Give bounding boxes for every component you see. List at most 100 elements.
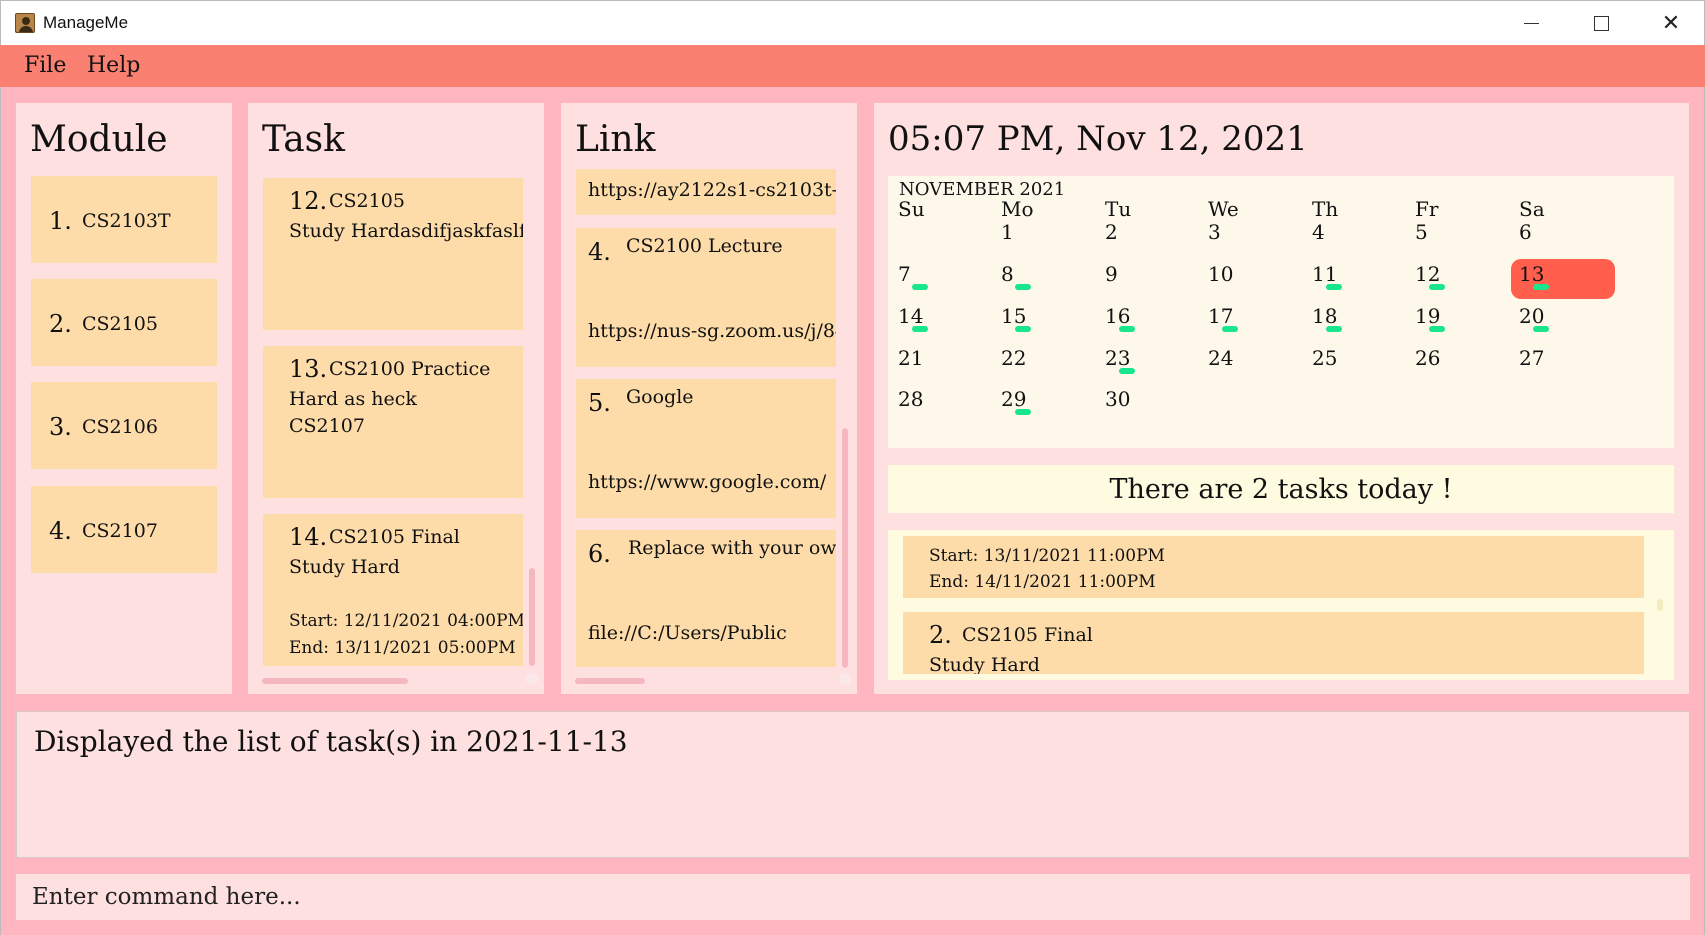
task-scrollbar-vertical[interactable] xyxy=(529,568,535,666)
calendar-weekday-header: Fr xyxy=(1415,197,1439,221)
module-index: 3. xyxy=(49,413,72,441)
calendar-day[interactable]: 8 xyxy=(1001,262,1014,286)
link-name: Google xyxy=(626,386,694,408)
current-datetime: 05:07 PM, Nov 12, 2021 xyxy=(888,119,1308,159)
maximize-icon xyxy=(1593,16,1609,31)
task-module: CS2105 Final xyxy=(329,526,460,548)
day-task-card[interactable]: 2. CS2105 Final Study Hard xyxy=(903,612,1644,674)
maximize-button[interactable] xyxy=(1566,1,1636,46)
module-card[interactable]: 3. CS2106 xyxy=(31,382,217,469)
calendar-day[interactable]: 12 xyxy=(1415,262,1440,286)
task-module: CS2105 xyxy=(329,190,405,212)
calendar-day[interactable]: 5 xyxy=(1415,220,1428,244)
calendar-day[interactable]: 16 xyxy=(1105,304,1130,328)
task-card[interactable]: 14. CS2105 Final Study Hard Start: 12/11… xyxy=(263,514,523,666)
tasks-today-message: There are 2 tasks today ! xyxy=(888,465,1674,513)
module-card[interactable]: 2. CS2105 xyxy=(31,279,217,366)
calendar-day[interactable]: 26 xyxy=(1415,346,1440,370)
calendar-day[interactable]: 3 xyxy=(1208,220,1221,244)
module-code: CS2106 xyxy=(82,416,158,438)
window-title: ManageMe xyxy=(43,13,129,32)
task-card[interactable]: 12. CS2105 Study Hardasdifjaskfaslfajsk xyxy=(263,178,523,330)
task-card[interactable]: 13. CS2100 Practice Hard as heck CS2107 xyxy=(263,346,523,498)
link-panel: Link https://ay2122s1-cs2103t-w11-3 4. C… xyxy=(561,103,857,694)
link-index: 4. xyxy=(588,238,611,266)
command-box xyxy=(16,874,1690,920)
calendar-day[interactable]: 14 xyxy=(898,304,923,328)
task-indicator-dot xyxy=(1119,368,1135,374)
calendar-day[interactable]: 21 xyxy=(898,346,923,370)
calendar-day[interactable]: 15 xyxy=(1001,304,1026,328)
task-scrollbar-horizontal[interactable] xyxy=(262,678,408,684)
close-button[interactable]: ✕ xyxy=(1636,1,1705,46)
task-indicator-dot xyxy=(1429,326,1445,332)
calendar-weekday-header: Mo xyxy=(1001,197,1034,221)
calendar-weekday-header: Th xyxy=(1312,197,1339,221)
task-indicator-dot xyxy=(912,284,928,290)
link-name: Replace with your own xyxy=(628,537,836,559)
calendar-weekday-header: Tu xyxy=(1105,197,1132,221)
task-panel: Task 12. CS2105 Study Hardasdifjaskfaslf… xyxy=(248,103,544,694)
task-indicator-dot xyxy=(1533,326,1549,332)
day-task-description: Study Hard xyxy=(929,654,1040,674)
close-icon: ✕ xyxy=(1661,10,1681,36)
calendar-day[interactable]: 11 xyxy=(1312,262,1337,286)
menu-file[interactable]: File xyxy=(24,53,66,78)
day-task-card[interactable]: Start: 13/11/2021 11:00PM End: 14/11/202… xyxy=(903,536,1644,598)
task-start: Start: 12/11/2021 04:00PM xyxy=(289,611,523,631)
link-url[interactable]: https://www.google.com/ xyxy=(588,471,826,493)
link-url[interactable]: file://C:/Users/Public xyxy=(588,622,787,644)
link-card[interactable]: 5. Google https://www.google.com/ xyxy=(576,379,836,518)
day-list-scrollbar[interactable] xyxy=(1657,599,1663,611)
link-card[interactable]: 4. CS2100 Lecture https://nus-sg.zoom.us… xyxy=(576,228,836,367)
calendar-day[interactable]: 17 xyxy=(1208,304,1233,328)
task-indicator-dot xyxy=(1326,284,1342,290)
menu-bar: File Help xyxy=(0,45,1705,87)
calendar-day[interactable]: 22 xyxy=(1001,346,1026,370)
link-scrollbar-vertical[interactable] xyxy=(842,428,848,668)
calendar-day[interactable]: 7 xyxy=(898,262,911,286)
link-url[interactable]: https://ay2122s1-cs2103t-w11-3 xyxy=(588,179,836,201)
task-module-tag: CS2107 xyxy=(289,415,365,437)
day-task-index: 2. xyxy=(929,621,952,649)
module-card[interactable]: 4. CS2107 xyxy=(31,486,217,573)
calendar-day[interactable]: 18 xyxy=(1312,304,1337,328)
task-panel-title: Task xyxy=(262,119,345,160)
calendar-day[interactable]: 2 xyxy=(1105,220,1118,244)
result-text: Displayed the list of task(s) in 2021-11… xyxy=(34,725,628,758)
task-description: Study Hardasdifjaskfaslfajsk xyxy=(289,220,523,242)
title-bar: ManageMe ✕ xyxy=(0,0,1705,45)
calendar-day[interactable]: 30 xyxy=(1105,387,1130,411)
calendar-day[interactable]: 19 xyxy=(1415,304,1440,328)
link-card[interactable]: https://ay2122s1-cs2103t-w11-3 xyxy=(576,169,836,215)
calendar-day[interactable]: 23 xyxy=(1105,346,1130,370)
calendar-day[interactable]: 29 xyxy=(1001,387,1026,411)
day-task-title: CS2105 Final xyxy=(962,624,1093,646)
link-card[interactable]: 6. Replace with your own file://C:/Users… xyxy=(576,530,836,667)
task-end: End: 13/11/2021 05:00PM xyxy=(289,638,516,658)
menu-help[interactable]: Help xyxy=(87,53,140,78)
task-description: Hard as heck xyxy=(289,388,417,410)
calendar-day[interactable]: 27 xyxy=(1519,346,1544,370)
calendar-day[interactable]: 28 xyxy=(898,387,923,411)
calendar-day[interactable]: 13 xyxy=(1519,262,1544,286)
task-description: Study Hard xyxy=(289,556,400,578)
task-indicator-dot xyxy=(1119,326,1135,332)
calendar-day[interactable]: 6 xyxy=(1519,220,1532,244)
task-indicator-dot xyxy=(1533,284,1549,290)
contact-book-icon xyxy=(15,13,35,33)
calendar-day[interactable]: 20 xyxy=(1519,304,1544,328)
module-card[interactable]: 1. CS2103T xyxy=(31,176,217,263)
module-index: 2. xyxy=(49,310,72,338)
link-scrollbar-horizontal[interactable] xyxy=(575,678,645,684)
calendar-day[interactable]: 9 xyxy=(1105,262,1118,286)
minimize-button[interactable] xyxy=(1496,1,1566,46)
calendar-day[interactable]: 4 xyxy=(1312,220,1325,244)
result-display: Displayed the list of task(s) in 2021-11… xyxy=(16,711,1690,858)
command-input[interactable] xyxy=(16,874,1690,920)
calendar-day[interactable]: 25 xyxy=(1312,346,1337,370)
calendar-day[interactable]: 1 xyxy=(1001,220,1014,244)
calendar-day[interactable]: 24 xyxy=(1208,346,1233,370)
calendar-day[interactable]: 10 xyxy=(1208,262,1233,286)
link-url[interactable]: https://nus-sg.zoom.us/j/848 xyxy=(588,320,836,342)
